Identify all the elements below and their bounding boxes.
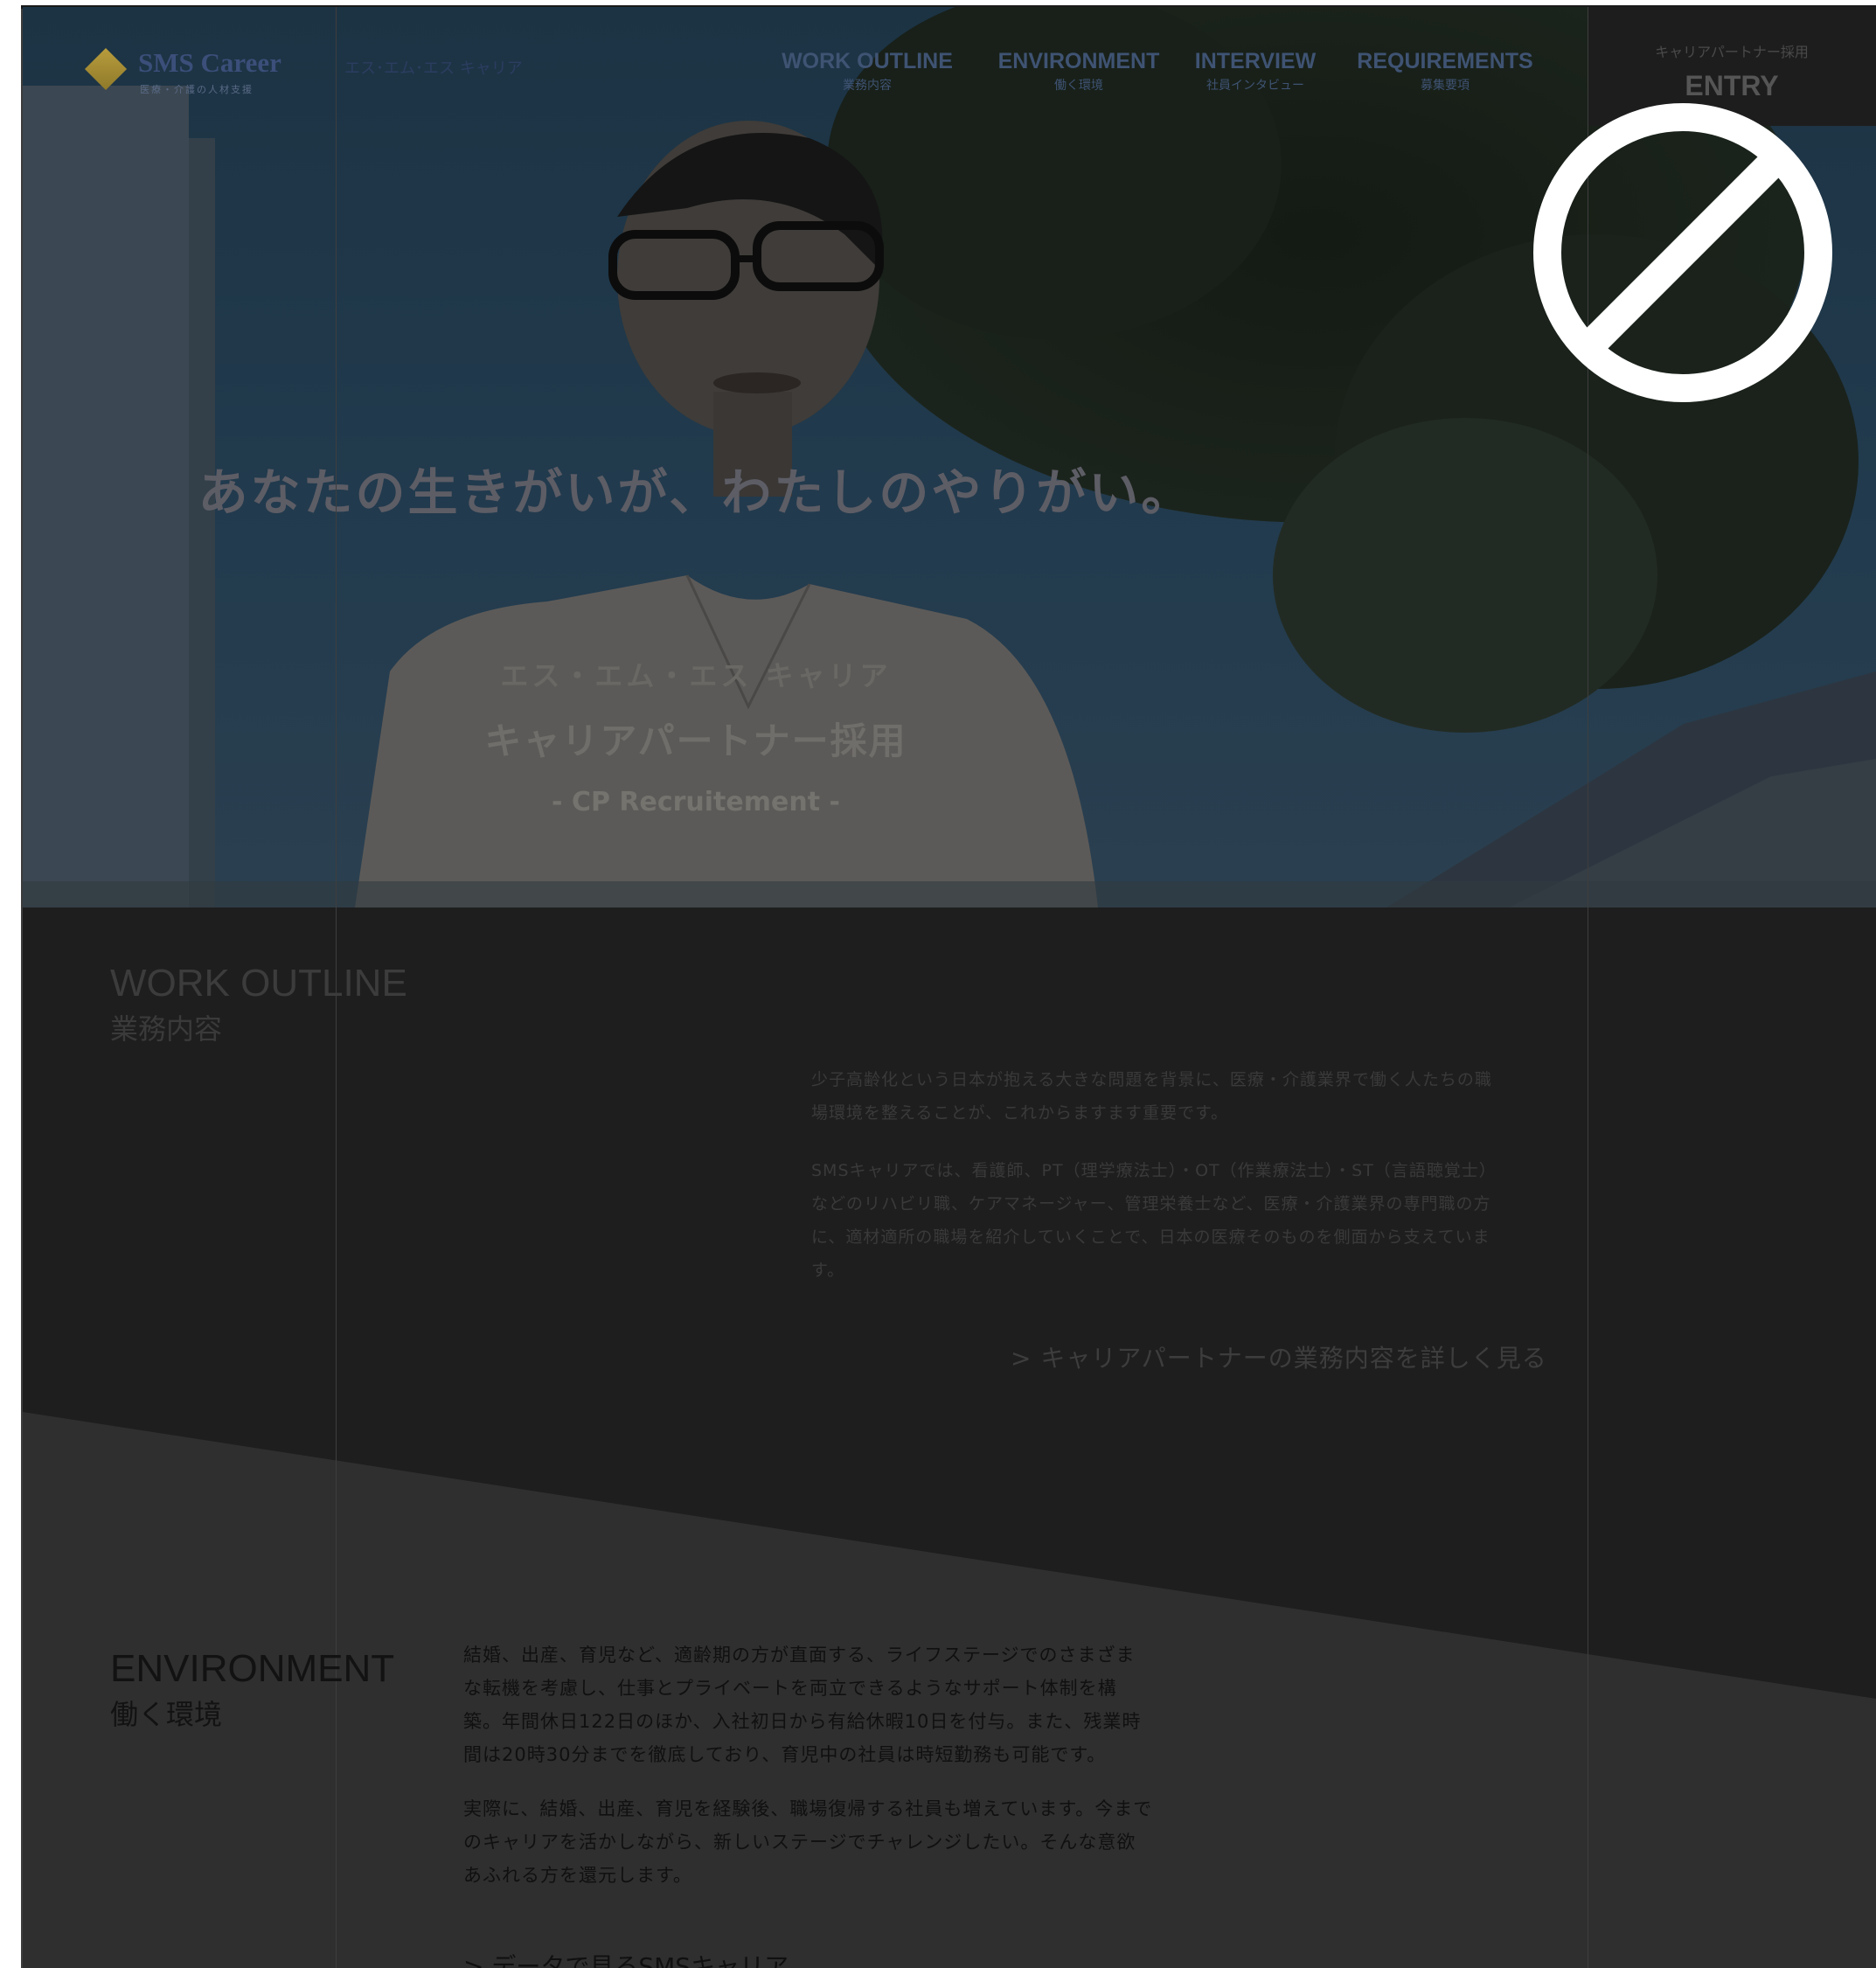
hero-subtitle: - CP Recruitement -	[552, 787, 840, 817]
paragraph: SMSキャリアでは、看護師、PT（理学療法士）・OT（作業療法士）・ST（言語聴…	[811, 1161, 1497, 1280]
nav-item-interview[interactable]: INTERVIEW 社員インタビュー	[1185, 49, 1325, 94]
logo-kana: エス･エム･エス キャリア	[344, 59, 523, 78]
nav-item-work-outline[interactable]: WORK OUTLINE 業務内容	[762, 49, 972, 94]
environment-title: ENVIRONMENT	[110, 1647, 395, 1690]
nav-sublabel: 働く環境	[1054, 79, 1103, 93]
work-outline-detail-link[interactable]: > キャリアパートナーの業務内容を詳しく見る	[1011, 1339, 1547, 1374]
paragraph: 実際に、結婚、出産、育児を経験後、職場復帰する社員も増えています。今までのキャリ…	[463, 1798, 1153, 1886]
nav-item-environment[interactable]: ENVIRONMENT 働く環境	[983, 49, 1175, 94]
nav-sublabel: 業務内容	[843, 79, 892, 93]
paragraph: 少子高齢化という日本が抱える大きな問題を背景に、医療・介護業界で働く人たちの職場…	[811, 1070, 1492, 1123]
logo-tagline: 医療・介護の人材支援	[140, 84, 254, 95]
nav-label: ENVIRONMENT	[997, 49, 1160, 73]
hero-headline: あなたの生きがいが、わたしのやりがい。	[198, 464, 1194, 522]
nav-sublabel: 社員インタビュー	[1206, 79, 1304, 93]
page-viewport: SMS Career エス･エム･エス キャリア 医療・介護の人材支援 WORK…	[23, 7, 1876, 1968]
work-outline-subtitle: 業務内容	[110, 1012, 223, 1046]
work-outline-body: 少子高齢化という日本が抱える大きな問題を背景に、医療・介護業界で働く人たちの職場…	[811, 1063, 1502, 1311]
logo-name: SMS Career	[138, 47, 281, 78]
environment-subtitle: 働く環境	[110, 1698, 223, 1731]
hero-company: エス・エム・エス キャリア	[500, 659, 892, 692]
entry-button[interactable]: ENTRY	[1588, 70, 1876, 102]
work-outline-title: WORK OUTLINE	[110, 962, 407, 1005]
entry-label: キャリアパートナー採用	[1655, 44, 1809, 60]
nav-sublabel: 募集要項	[1421, 79, 1470, 93]
nav-item-requirements[interactable]: REQUIREMENTS 募集要項	[1344, 49, 1546, 94]
nav-label: REQUIREMENTS	[1357, 49, 1533, 73]
paragraph: 結婚、出産、育児など、適齢期の方が直面する、ライフステージでのさまざまな転機を考…	[463, 1645, 1142, 1765]
environment-data-link[interactable]: > データで見るSMSキャリア	[463, 1948, 789, 1968]
nav-label: INTERVIEW	[1194, 49, 1317, 73]
nav-label: WORK OUTLINE	[782, 49, 953, 73]
hero-recruit-title: キャリアパートナー採用	[484, 720, 907, 762]
environment-body: 結婚、出産、育児など、適齢期の方が直面する、ライフステージでのさまざまな転機を考…	[463, 1638, 1154, 1913]
no-entry-icon	[1533, 103, 1832, 402]
